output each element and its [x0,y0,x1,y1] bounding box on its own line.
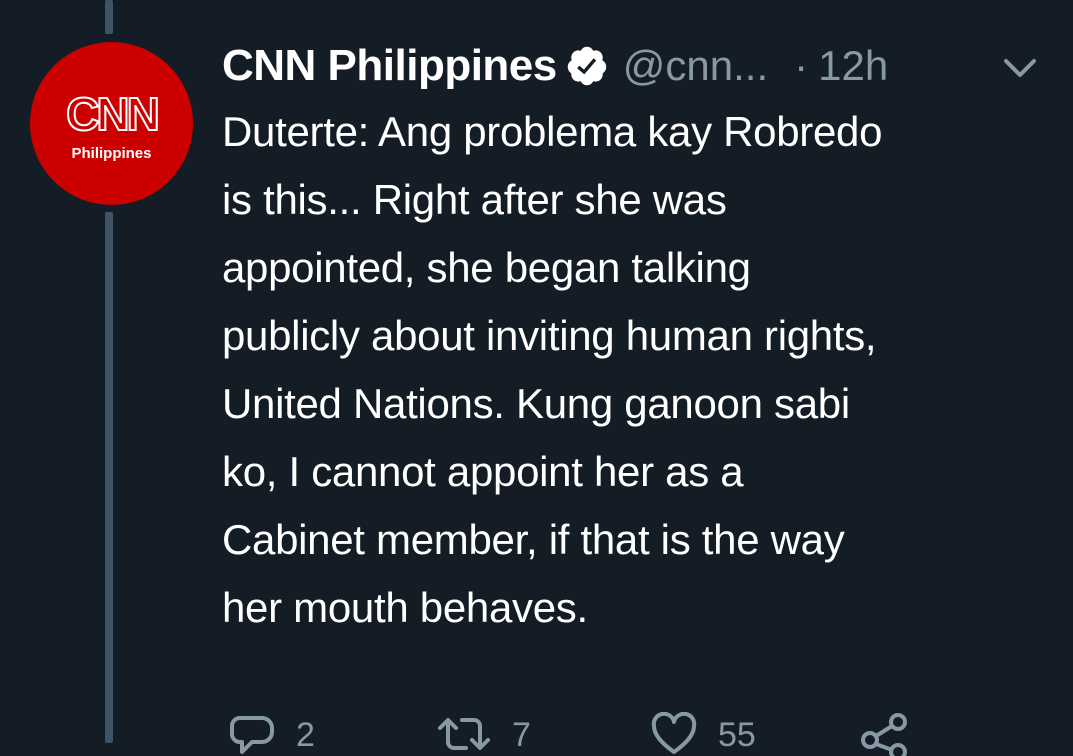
tweet-text-line: her mouth behaves. [222,584,588,631]
tweet-text-line: Duterte: Ang problema kay Robredo [222,108,883,155]
tweet-actions-bar: 2 7 55 [0,712,1073,756]
tweet-text-line: is this... Right after she was [222,176,727,223]
retweet-button[interactable]: 7 [436,712,531,756]
reply-button[interactable]: 2 [228,712,315,756]
reply-icon [230,716,274,754]
thread-line-bottom [105,212,113,743]
retweet-icon [438,718,490,750]
author-display-name[interactable]: CNN Philippines [222,41,557,91]
thread-line-top [105,0,113,34]
tweet-text-line: ko, I cannot appoint her as a [222,448,744,495]
tweet-text: Duterte: Ang problema kay Robredo is thi… [222,98,1062,642]
chevron-down-icon[interactable] [1000,52,1040,82]
share-button[interactable] [858,712,910,756]
author-handle[interactable]: @cnn... [623,42,768,90]
like-button[interactable]: 55 [650,712,756,756]
tweet-text-line: publicly about inviting human rights, [222,312,877,359]
tweet-text-line: United Nations. Kung ganoon sabi [222,380,850,427]
avatar-sub-text: Philippines [71,145,152,162]
tweet-timestamp[interactable]: 12h [818,42,888,90]
retweet-count: 7 [512,716,531,754]
heart-icon [651,712,697,754]
avatar-logo-text: CNN [65,88,161,140]
separator-dot: · [794,42,809,89]
reply-count: 2 [296,716,315,754]
verified-badge-icon [565,44,609,88]
share-icon [861,713,907,756]
tweet-text-line: appointed, she began talking [222,244,751,291]
avatar[interactable]: CNN Philippines [30,42,193,205]
tweet-header: CNN Philippines @cnn... · 12h [222,36,888,96]
tweet-text-line: Cabinet member, if that is the way [222,516,845,563]
like-count: 55 [718,716,756,754]
